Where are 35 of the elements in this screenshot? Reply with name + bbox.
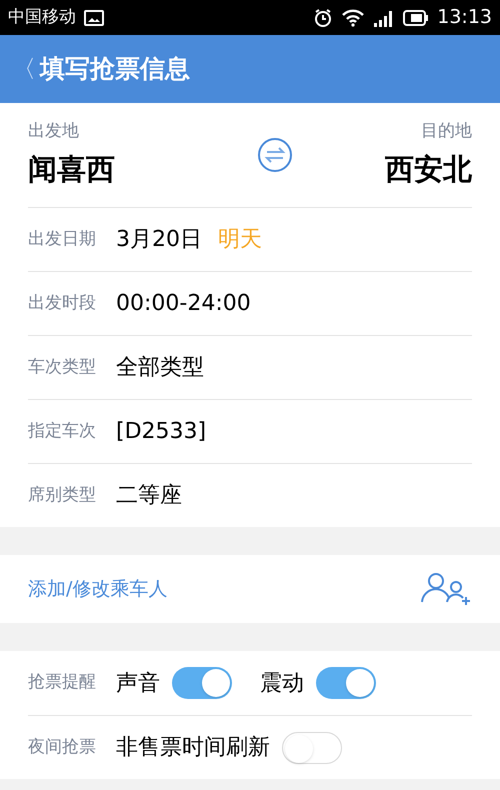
toggle-switch[interactable]: [282, 732, 342, 764]
field-value[interactable]: 3月20日: [116, 223, 202, 256]
field-label: 指定车次: [28, 420, 96, 443]
battery-icon: [403, 10, 430, 26]
origin-station[interactable]: 闻喜西: [28, 148, 115, 192]
destination-station[interactable]: 西安北: [385, 148, 472, 192]
field-label: 车次类型: [28, 356, 96, 379]
wifi-icon: [341, 8, 366, 26]
toggle-switch[interactable]: [316, 667, 376, 699]
field-label: 出发时段: [28, 292, 96, 315]
field-label: 席别类型: [28, 484, 96, 507]
carrier-name: 中国移动: [8, 6, 76, 29]
passenger-label: 添加/修改乘车人: [28, 576, 168, 602]
destination-label: 目的地: [421, 120, 472, 142]
field-label: 出发日期: [28, 228, 96, 251]
field-value[interactable]: 00:00-24:00: [116, 287, 251, 320]
page-title: 填写抢票信息: [40, 53, 190, 86]
swap-button[interactable]: [257, 137, 293, 173]
day-note: 明天: [218, 226, 262, 254]
toggle-label: 震动: [260, 670, 304, 698]
clock-time: 13:13: [437, 5, 492, 30]
field-value[interactable]: 全部类型: [116, 351, 204, 384]
field-value[interactable]: 二等座: [116, 479, 182, 512]
toggle-switch[interactable]: [172, 667, 232, 699]
toggle-label: 声音: [116, 670, 160, 698]
option-label: 夜间抢票: [28, 736, 96, 759]
option-label: 抢票提醒: [28, 671, 96, 694]
origin-label: 出发地: [28, 120, 80, 142]
toggle-label: 非售票时间刷新: [116, 734, 270, 762]
field-value[interactable]: [D2533]: [116, 415, 206, 448]
add-people-icon: [420, 572, 472, 606]
image-icon: [84, 10, 104, 26]
passenger-button[interactable]: 添加/修改乘车人: [0, 555, 500, 623]
swap-icon: [257, 137, 293, 173]
alarm-icon: [313, 8, 334, 28]
